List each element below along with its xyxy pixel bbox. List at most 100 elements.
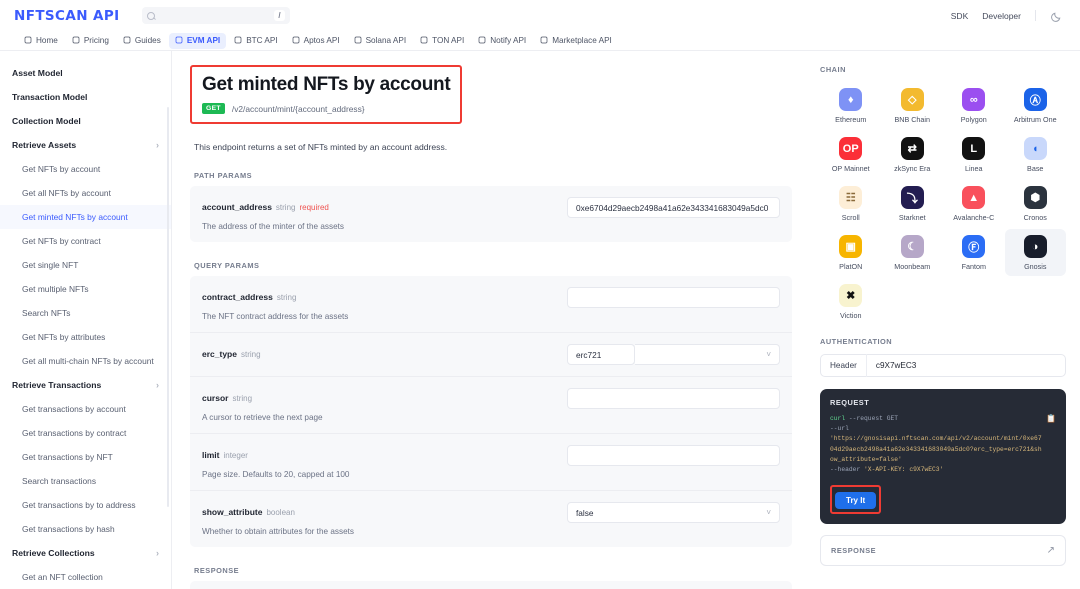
nav-item-label: Notify API <box>490 36 527 45</box>
curl-header-value: 'X-API-KEY: c9X7wEC3' <box>864 465 944 473</box>
sidebar-item-get-multiple-nfts[interactable]: Get multiple NFTs <box>0 277 171 301</box>
param-value: false <box>576 507 594 518</box>
search-input[interactable] <box>154 11 275 20</box>
sidebar-item-get-transactions-by-contract[interactable]: Get transactions by contract <box>0 421 171 445</box>
param-type: string <box>276 293 297 302</box>
sidebar-group-retrieve-assets[interactable]: Retrieve Assets › <box>0 133 171 157</box>
param-input-account-address[interactable]: 0xe6704d29aecb2498a41a62e343341683049a5d… <box>567 197 780 218</box>
nav-item-btc-api[interactable]: BTC API <box>228 33 283 49</box>
sidebar-item-get-transactions-by-nft[interactable]: Get transactions by NFT <box>0 445 171 469</box>
scroll-icon: ☷ <box>839 186 863 209</box>
chain-label: Starknet <box>898 213 926 222</box>
sidebar-item-get-nfts-by-account[interactable]: Get NFTs by account <box>0 157 171 181</box>
expand-icon[interactable]: ↗ <box>1047 545 1055 556</box>
sidebar-group-collection-model[interactable]: Collection Model <box>0 109 171 133</box>
chain-cell-ethereum[interactable]: ♦ Ethereum <box>820 82 882 129</box>
chain-cell-linea[interactable]: L Linea <box>943 131 1005 178</box>
nav-item-pricing[interactable]: Pricing <box>66 33 115 49</box>
chain-cell-fantom[interactable]: Ⓕ Fantom <box>943 229 1005 276</box>
sdk-link[interactable]: SDK <box>951 11 968 21</box>
sidebar-item-get-single-nft[interactable]: Get single NFT <box>0 253 171 277</box>
param-input-show-attribute[interactable]: false ˅ <box>567 502 780 523</box>
param-input-cursor[interactable] <box>567 388 780 409</box>
nav-item-solana-api[interactable]: Solana API <box>348 33 413 49</box>
sidebar-item-get-an-nft-collection[interactable]: Get an NFT collection <box>0 565 171 589</box>
sidebar-item-search-nfts[interactable]: Search NFTs <box>0 301 171 325</box>
sidebar-item-get-nfts-by-attributes[interactable]: Get NFTs by attributes <box>0 325 171 349</box>
sidebar-group-asset-model[interactable]: Asset Model <box>0 61 171 85</box>
btc-icon <box>234 36 242 46</box>
path-params-label: PATH PARAMS <box>194 171 253 180</box>
sidebar-item-label: Get transactions by contract <box>22 428 127 438</box>
sidebar-item-get-transactions-by-account[interactable]: Get transactions by account <box>0 397 171 421</box>
nav-item-evm-api[interactable]: EVM API <box>168 32 227 49</box>
nav-item-home[interactable]: Home <box>18 33 64 49</box>
nav-item-notify-api[interactable]: Notify API <box>472 33 532 49</box>
nav-item-label: BTC API <box>246 36 278 45</box>
sidebar-item-label: Get NFTs by account <box>22 164 101 174</box>
chain-cell-gnosis[interactable]: ◑ Gnosis <box>1004 229 1066 276</box>
chain-cell-bnb-chain[interactable]: ◇ BNB Chain <box>882 82 944 129</box>
avalanche-c-icon: ▲ <box>962 186 986 209</box>
chain-cell-op-mainnet[interactable]: OP OP Mainnet <box>820 131 882 178</box>
sidebar-group-retrieve-transactions[interactable]: Retrieve Transactions › <box>0 373 171 397</box>
try-it-button[interactable]: Try It <box>835 492 877 510</box>
endpoint-header: Get minted NFTs by account GET /v2/accou… <box>190 65 463 124</box>
chain-section-label: CHAIN <box>820 65 846 74</box>
param-input-contract-address[interactable] <box>567 287 780 308</box>
nav-item-ton-api[interactable]: TON API <box>414 33 470 49</box>
search-box[interactable]: / <box>141 7 290 24</box>
sidebar-group-retrieve-collections[interactable]: Retrieve Collections › <box>0 541 171 565</box>
book-icon <box>123 36 131 46</box>
sidebar-item-get-all-nfts-by-account[interactable]: Get all NFTs by account <box>0 181 171 205</box>
sidebar-group-transaction-model[interactable]: Transaction Model <box>0 85 171 109</box>
chevron-down-icon: ˅ <box>766 508 771 517</box>
developer-link[interactable]: Developer <box>982 11 1021 21</box>
param-row-show-attribute: show_attribute boolean Whether to obtain … <box>190 490 792 547</box>
moon-icon[interactable] <box>1050 10 1062 22</box>
sidebar-item-get-transactions-by-hash[interactable]: Get transactions by hash <box>0 517 171 541</box>
sidebar-item-get-all-multi-chain-nfts-by-account[interactable]: Get all multi-chain NFTs by account <box>0 349 171 373</box>
nav-item-label: TON API <box>432 36 465 45</box>
top-bar: NFTSCAN API / SDK Developer <box>0 0 1080 31</box>
param-meta: account_address string required The addres… <box>202 197 557 231</box>
sidebar-item-label: Get NFTs by contract <box>22 236 101 246</box>
base-icon: ◖ <box>1023 137 1047 160</box>
chain-cell-viction[interactable]: ✖ Viction <box>820 278 882 325</box>
chain-cell-base[interactable]: ◖ Base <box>1005 131 1067 178</box>
param-name: contract_address <box>202 292 273 302</box>
app-logo[interactable]: NFTSCAN API <box>14 8 120 24</box>
nav-item-aptos-api[interactable]: Aptos API <box>286 33 346 49</box>
chain-cell-starknet[interactable]: ⤵ Starknet <box>882 180 944 227</box>
chain-cell-zksync-era[interactable]: ⇄ zkSync Era <box>882 131 944 178</box>
chain-cell-moonbeam[interactable]: ☾ Moonbeam <box>882 229 944 276</box>
sidebar-item-get-transactions-by-to-address[interactable]: Get transactions by to address <box>0 493 171 517</box>
sidebar-item-get-nfts-by-contract[interactable]: Get NFTs by contract <box>0 229 171 253</box>
sidebar-item-search-transactions[interactable]: Search transactions <box>0 469 171 493</box>
nav-item-guides[interactable]: Guides <box>117 33 167 49</box>
chain-cell-avalanche-c[interactable]: ▲ Avalanche-C <box>943 180 1005 227</box>
nav-item-marketplace-api[interactable]: Marketplace API <box>534 33 618 49</box>
platon-icon: ▣ <box>839 235 863 258</box>
chevron-down-icon[interactable]: ˅ <box>766 350 771 359</box>
copy-icon[interactable]: 📋 <box>1046 414 1056 427</box>
sidebar-item-get-minted-nfts-by-account[interactable]: Get minted NFTs by account <box>0 205 171 229</box>
auth-key-value[interactable]: c9X7wEC3 <box>867 361 926 370</box>
sidebar-group-label: Retrieve Assets <box>12 140 77 150</box>
chain-cell-arbitrum-one[interactable]: Ⓐ Arbitrum One <box>1005 82 1067 129</box>
sidebar-item-label: Get transactions by NFT <box>22 452 113 462</box>
param-input-limit[interactable] <box>567 445 780 466</box>
chain-cell-scroll[interactable]: ☷ Scroll <box>820 180 882 227</box>
nav-item-label: Guides <box>134 36 161 45</box>
chain-cell-polygon[interactable]: ∞ Polygon <box>943 82 1005 129</box>
param-input-erc-type[interactable]: erc721 <box>567 344 635 365</box>
chevron-right-icon: › <box>156 140 159 150</box>
chain-label: Polygon <box>960 115 987 124</box>
chain-label: Base <box>1027 164 1044 173</box>
param-value: erc721 <box>576 349 602 360</box>
response-status-row[interactable]: 200 ↗ <box>190 581 792 589</box>
sidebar-scrollbar[interactable] <box>167 107 169 507</box>
chain-cell-platon[interactable]: ▣ PlatON <box>820 229 882 276</box>
authentication-field[interactable]: Header c9X7wEC3 <box>820 354 1066 377</box>
chain-cell-cronos[interactable]: ⬢ Cronos <box>1005 180 1067 227</box>
